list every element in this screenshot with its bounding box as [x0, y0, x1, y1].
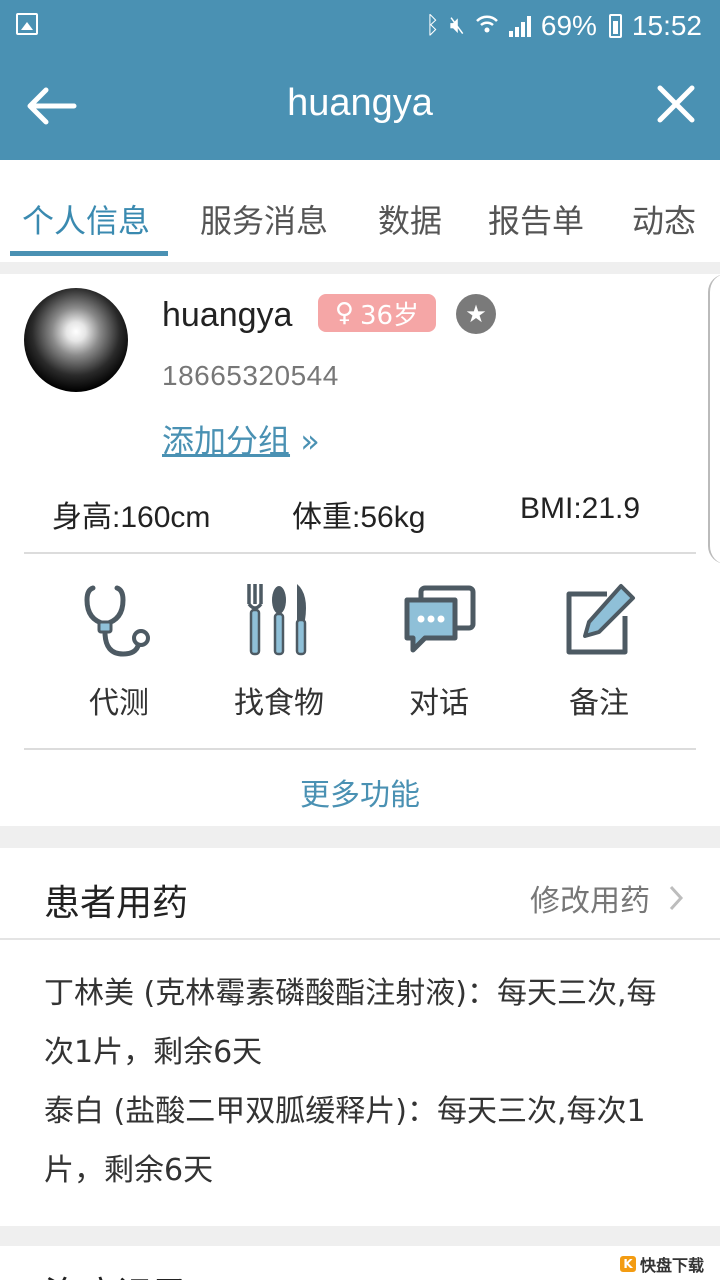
- phone-number: 18665320544: [162, 360, 339, 391]
- double-chevron-icon: »: [300, 422, 320, 460]
- tab-indicator: [10, 251, 168, 256]
- medication-card: 患者用药 修改用药 丁林美 (克林霉素磷酸酯注射液)：每天三次,每次1片，剩余6…: [0, 848, 720, 1226]
- function-label: 找食物: [234, 686, 324, 721]
- divider: [0, 938, 720, 940]
- tab-service-messages[interactable]: 服务消息: [200, 196, 328, 242]
- stethoscope-icon: [84, 585, 150, 657]
- patient-name: huangya: [162, 296, 293, 334]
- medication-item: 丁林美 (克林霉素磷酸酯注射液)：每天三次,每次1片，剩余6天: [44, 976, 657, 1070]
- bluetooth-icon: ᛒ: [425, 12, 440, 39]
- status-bar: ᛒ 🔇︎ 69% 15:52: [0, 0, 720, 52]
- tab-activity[interactable]: 动态: [632, 196, 696, 242]
- function-note[interactable]: 备注: [524, 580, 674, 722]
- medication-item: 泰白 (盐酸二甲双胍缓释片)：每天三次,每次1片，剩余6天: [44, 1094, 646, 1188]
- profile-card: huangya ♀ 36岁 ★ 18665320544 添加分组 » 身高:16…: [0, 274, 720, 826]
- tab-bar: 个人信息 服务消息 数据 报告单 动态: [0, 160, 720, 262]
- gallery-icon: [16, 13, 38, 35]
- wifi-icon: [475, 12, 499, 41]
- function-label: 对话: [409, 686, 469, 721]
- star-icon[interactable]: ★: [456, 294, 496, 334]
- chevron-right-icon: [669, 885, 684, 911]
- add-group-label: 添加分组: [162, 422, 291, 460]
- watermark-text: 快盘下载: [640, 1256, 705, 1275]
- battery-icon: [608, 14, 622, 38]
- divider: [24, 748, 696, 750]
- edit-note-icon: [566, 584, 635, 655]
- watermark-logo: K 快盘下载: [616, 1252, 716, 1276]
- battery-percent: 69%: [540, 10, 597, 41]
- watermark-k-icon: K: [620, 1256, 636, 1272]
- medication-list: 丁林美 (克林霉素磷酸酯注射液)：每天三次,每次1片，剩余6天 泰白 (盐酸二甲…: [44, 964, 684, 1200]
- tab-reports[interactable]: 报告单: [488, 196, 584, 242]
- section-gap: [0, 1226, 720, 1246]
- mute-icon: 🔇︎: [449, 12, 465, 39]
- treatment-title: 治疗记录: [44, 1266, 188, 1280]
- edit-medication-button[interactable]: 修改用药: [530, 876, 684, 920]
- function-find-food[interactable]: 找食物: [204, 580, 354, 722]
- signal-icon: [508, 15, 531, 37]
- tab-data[interactable]: 数据: [378, 196, 442, 242]
- chat-icon: [404, 585, 476, 653]
- medication-title: 患者用药: [44, 883, 189, 924]
- add-group-link[interactable]: 添加分组 »: [162, 416, 320, 462]
- treatment-card: 治疗记录: [0, 1246, 720, 1280]
- function-chat[interactable]: 对话: [364, 580, 514, 722]
- avatar[interactable]: [24, 288, 128, 392]
- female-icon: ♀: [334, 298, 354, 328]
- section-gap: [0, 262, 720, 274]
- cutlery-icon: [247, 584, 307, 656]
- function-proxy-measure[interactable]: 代测: [44, 580, 194, 722]
- divider: [24, 552, 696, 554]
- weight-stat: 体重:56kg: [292, 501, 426, 534]
- edit-medication-label: 修改用药: [530, 884, 650, 919]
- close-icon[interactable]: [656, 84, 696, 124]
- clock: 15:52: [631, 10, 702, 41]
- height-stat: 身高:160cm: [52, 501, 211, 534]
- app-bar: huangya: [0, 52, 720, 160]
- age-label: 36岁: [359, 300, 420, 331]
- more-functions-button[interactable]: 更多功能: [0, 770, 720, 814]
- page-title: huangya: [287, 82, 433, 124]
- function-label: 代测: [89, 686, 149, 721]
- section-gap: [0, 826, 720, 848]
- edge-panel-handle[interactable]: [708, 274, 720, 564]
- bmi-stat: BMI:21.9: [520, 492, 641, 525]
- tab-personal-info[interactable]: 个人信息: [22, 196, 150, 242]
- gender-age-badge: ♀ 36岁: [318, 294, 436, 332]
- function-label: 备注: [569, 686, 629, 721]
- status-icons: ᛒ 🔇︎ 69% 15:52: [425, 6, 702, 46]
